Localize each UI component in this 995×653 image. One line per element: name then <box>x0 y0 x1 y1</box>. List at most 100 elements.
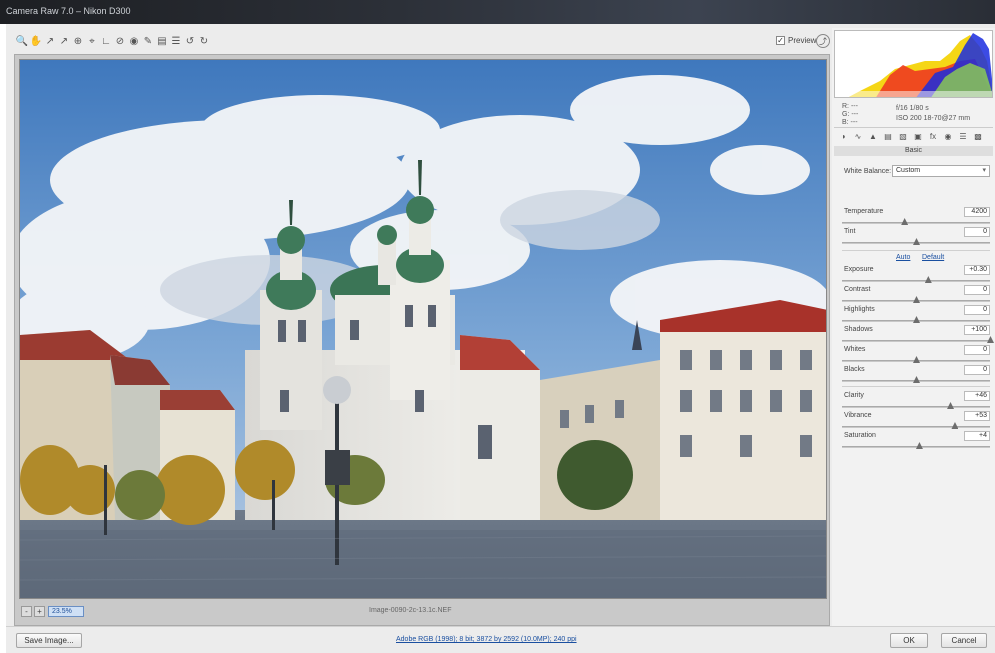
slider-label: Vibrance <box>844 412 872 419</box>
preview-checkbox[interactable]: ✓ <box>776 36 785 45</box>
slider-value-field[interactable]: 0 <box>964 285 990 295</box>
window-title: Camera Raw 7.0 – Nikon D300 <box>6 6 131 16</box>
chevron-down-icon: ▾ <box>982 167 986 174</box>
red-eye-tool-icon[interactable]: ◉ <box>128 34 140 48</box>
title-bar: Camera Raw 7.0 – Nikon D300 <box>0 0 995 24</box>
slider-track[interactable] <box>842 406 990 408</box>
slider-label: Blacks <box>844 366 865 373</box>
ok-button[interactable]: OK <box>890 633 928 648</box>
slider-clarity[interactable]: Clarity +46 <box>842 391 990 412</box>
iso-focal-length: ISO 200 18-70@27 mm <box>896 115 971 122</box>
spot-removal-tool-icon[interactable]: ⊘ <box>114 34 126 48</box>
bottom-bar: Save Image... Adobe RGB (1998); 8 bit; 3… <box>6 626 995 653</box>
slider-label: Temperature <box>844 208 884 215</box>
preferences-tool-icon[interactable]: ☰ <box>170 34 182 48</box>
straighten-tool-icon[interactable]: ∟ <box>100 34 112 48</box>
slider-value-field[interactable]: 0 <box>964 345 990 355</box>
slider-label: Saturation <box>844 432 876 439</box>
slider-value-field[interactable]: +100 <box>964 325 990 335</box>
camera-info: f/16 1/80 s ISO 200 18-70@27 mm <box>896 104 970 124</box>
slider-track[interactable] <box>842 426 990 428</box>
color-sampler-tool-icon[interactable]: ↗ <box>58 34 70 48</box>
hsl-tab-icon[interactable]: ▤ <box>883 132 893 142</box>
adjustment-brush-tool-icon[interactable]: ✎ <box>142 34 154 48</box>
detail-tab-icon[interactable]: ▲ <box>868 132 878 142</box>
effects-tab-icon[interactable]: fx <box>928 132 938 142</box>
lens-corrections-tab-icon[interactable]: ▣ <box>913 132 923 142</box>
zoom-level-select[interactable]: 23.5% <box>48 606 84 617</box>
slider-vibrance[interactable]: Vibrance +53 <box>842 411 990 432</box>
slider-value-field[interactable]: 0 <box>964 365 990 375</box>
blue-readout: B: --- <box>842 119 858 126</box>
slider-track[interactable] <box>842 446 990 448</box>
save-image-button[interactable]: Save Image... <box>16 633 82 648</box>
panel-title: Basic <box>834 146 993 156</box>
slider-value-field[interactable]: +46 <box>964 391 990 401</box>
slider-label: Whites <box>844 346 866 353</box>
slider-label: Exposure <box>844 266 874 273</box>
snapshots-tab-icon[interactable]: ▩ <box>973 132 983 142</box>
cancel-button[interactable]: Cancel <box>941 633 987 648</box>
zoom-out-button[interactable]: - <box>21 606 32 617</box>
camera-raw-dialog: 🔍 ✋ ↗ ↗ ⊕ ⌖ ∟ ⊘ ◉ ✎ ▤ ☰ ↺ ↻ ✓ Preview ⤴ <box>6 24 995 653</box>
divider <box>842 250 990 251</box>
slider-track[interactable] <box>842 280 990 282</box>
slider-label: Clarity <box>844 392 864 399</box>
camera-calibration-tab-icon[interactable]: ◉ <box>943 132 953 142</box>
slider-value-field[interactable]: +0.30 <box>964 265 990 275</box>
graduated-filter-tool-icon[interactable]: ▤ <box>156 34 168 48</box>
slider-value-field[interactable]: +4 <box>964 431 990 441</box>
crop-tool-icon[interactable]: ⌖ <box>86 34 98 48</box>
targeted-adjustment-tool-icon[interactable]: ⊕ <box>72 34 84 48</box>
slider-whites[interactable]: Whites 0 <box>842 345 990 366</box>
zoom-tool-icon[interactable]: 🔍 <box>16 34 28 48</box>
tone-curve-tab-icon[interactable]: ∿ <box>853 132 863 142</box>
slider-value-field[interactable]: 0 <box>964 305 990 315</box>
slider-value-field[interactable]: 0 <box>964 227 990 237</box>
preview-status-bar: - + 23.5% Image-0090-2c-13.1c.NEF <box>19 603 827 621</box>
zoom-in-button[interactable]: + <box>34 606 45 617</box>
white-balance-select[interactable]: Custom ▾ <box>892 165 990 177</box>
slider-label: Tint <box>844 228 856 235</box>
slider-saturation[interactable]: Saturation +4 <box>842 431 990 452</box>
preview-label: Preview <box>788 36 817 45</box>
toolbar: 🔍 ✋ ↗ ↗ ⊕ ⌖ ∟ ⊘ ◉ ✎ ▤ ☰ ↺ ↻ ✓ Preview ⤴ <box>14 32 830 52</box>
slider-label: Contrast <box>844 286 871 293</box>
green-readout: G: --- <box>842 111 859 118</box>
rotate-cw-icon[interactable]: ↻ <box>198 34 210 48</box>
slider-value-field[interactable]: 4200 <box>964 207 990 217</box>
divider <box>842 386 990 387</box>
adjustment-panel: R: --- G: --- B: --- f/16 1/80 s ISO 200… <box>832 28 995 626</box>
panel-tabs: ◑ ∿ ▲ ▤ ▧ ▣ fx ◉ ☰ ▩ <box>834 130 993 144</box>
histogram-graph <box>835 31 992 97</box>
slider-track[interactable] <box>842 222 990 224</box>
slider-value-field[interactable]: +53 <box>964 411 990 421</box>
slider-contrast[interactable]: Contrast 0 <box>842 285 990 306</box>
slider-blacks[interactable]: Blacks 0 <box>842 365 990 386</box>
slider-label: Shadows <box>844 326 873 333</box>
workflow-options-link[interactable]: Adobe RGB (1998); 8 bit; 3872 by 2592 (1… <box>396 636 577 643</box>
slider-tint[interactable]: Tint 0 <box>842 227 990 248</box>
white-balance-tool-icon[interactable]: ↗ <box>44 34 56 48</box>
auto-tone-link[interactable]: Auto <box>896 254 910 261</box>
basic-tab-icon[interactable]: ◑ <box>838 132 848 142</box>
slider-shadows[interactable]: Shadows +100 <box>842 325 994 346</box>
photo-preview[interactable] <box>19 59 827 599</box>
split-toning-tab-icon[interactable]: ▧ <box>898 132 908 142</box>
default-tone-link[interactable]: Default <box>922 254 944 261</box>
rgb-readout: R: --- G: --- B: --- f/16 1/80 s ISO 200… <box>834 100 993 128</box>
histogram <box>834 30 993 98</box>
slider-temperature[interactable]: Temperature 4200 <box>842 207 990 228</box>
hand-tool-icon[interactable]: ✋ <box>30 34 42 48</box>
aperture-shutter: f/16 1/80 s <box>896 105 929 112</box>
image-preview-frame: - + 23.5% Image-0090-2c-13.1c.NEF <box>14 54 830 626</box>
slider-track[interactable] <box>842 340 990 342</box>
white-balance-label: White Balance: <box>844 168 892 175</box>
slider-exposure[interactable]: Exposure +0.30 <box>842 265 990 286</box>
slider-label: Highlights <box>844 306 875 313</box>
presets-tab-icon[interactable]: ☰ <box>958 132 968 142</box>
slider-highlights[interactable]: Highlights 0 <box>842 305 990 326</box>
red-readout: R: --- <box>842 103 858 110</box>
rotate-ccw-icon[interactable]: ↺ <box>184 34 196 48</box>
fullscreen-toggle-icon[interactable]: ⤴ <box>816 34 830 48</box>
